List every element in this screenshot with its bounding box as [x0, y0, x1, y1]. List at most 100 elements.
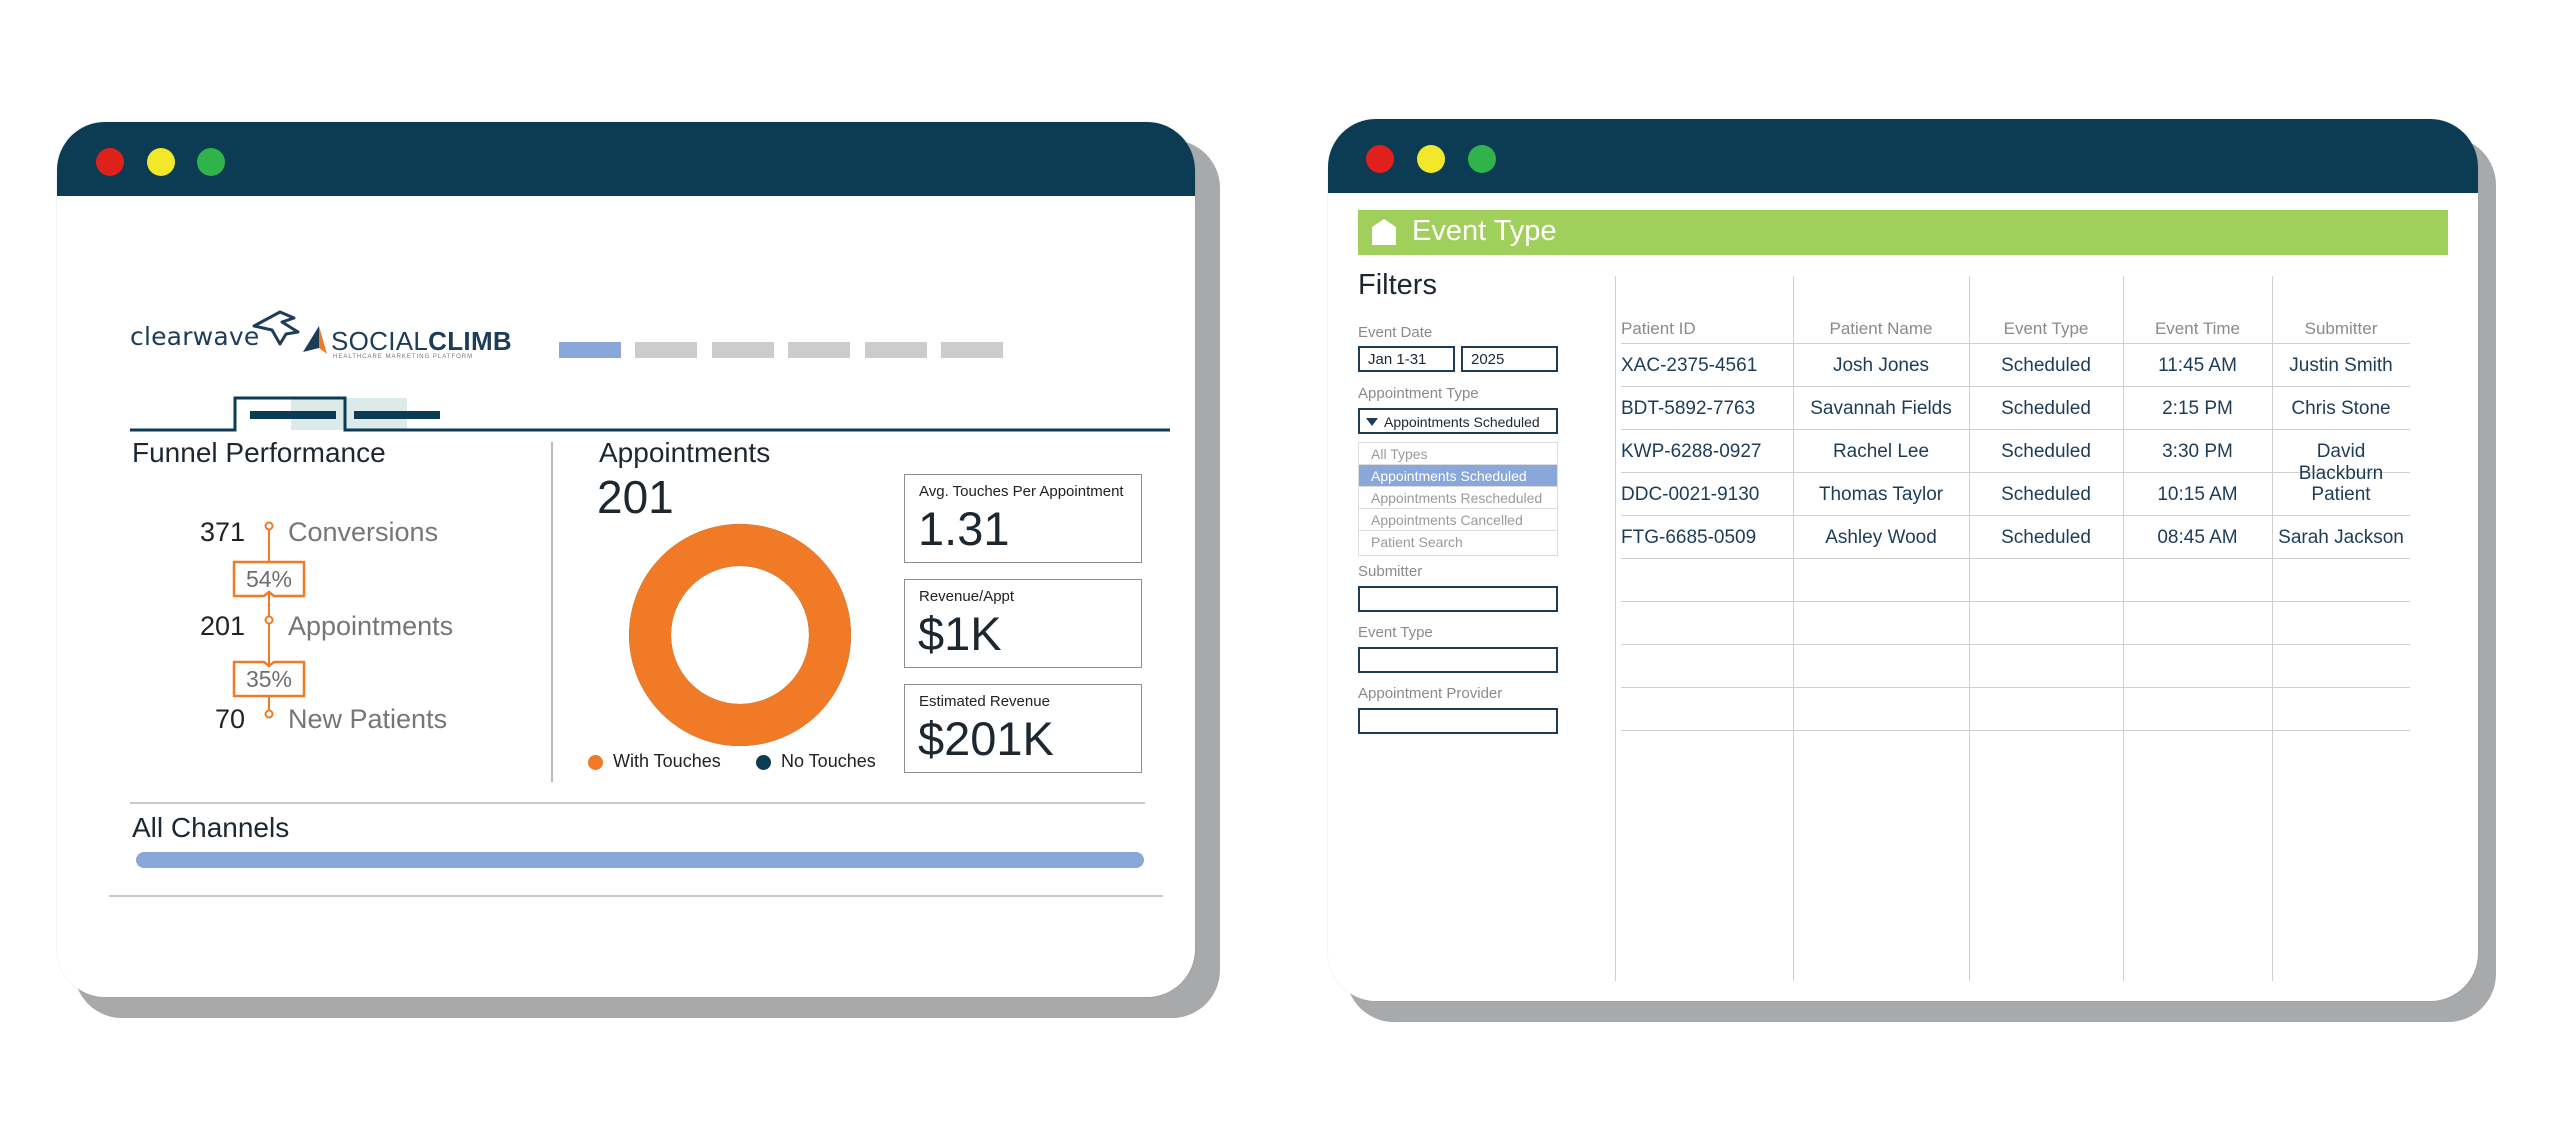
column-header-submitter[interactable]: Submitter — [2272, 319, 2410, 339]
legend-dot-no-touches — [756, 755, 771, 770]
column-header-event-type[interactable]: Event Type — [1969, 319, 2123, 339]
conversion-rate-badge: 54% — [232, 560, 306, 598]
cell-patient-name: Rachel Lee — [1832, 441, 1930, 462]
submitter-input[interactable] — [1358, 586, 1558, 612]
dashboard-window: clearwave SOCIALCLIMB HEALTHCARE MARKETI… — [57, 122, 1195, 997]
channels-bar — [136, 852, 1144, 868]
minimize-dot[interactable] — [147, 148, 175, 176]
nav-item[interactable] — [865, 342, 927, 358]
option-all-types[interactable]: All Types — [1359, 443, 1557, 465]
socialclimb-light-text: SOCIAL — [331, 326, 429, 356]
events-table: Patient ID Patient Name Event Type Event… — [1615, 276, 2410, 1001]
nav-item[interactable] — [712, 342, 774, 358]
clearwave-logo: clearwave — [130, 310, 300, 351]
column-divider — [2272, 276, 2273, 981]
funnel-label-new-patients: New Patients — [288, 704, 448, 734]
appointment-type-label: Appointment Type — [1358, 385, 1479, 402]
provider-label: Appointment Provider — [1358, 685, 1503, 702]
cell-patient-id: FTG-6685-0509 — [1621, 527, 1757, 548]
cell-event-type: Scheduled — [2001, 355, 2091, 376]
section-divider — [551, 442, 553, 782]
appointment-type-options: All Types Appointments Scheduled Appoint… — [1358, 442, 1558, 556]
kpi-label: Avg. Touches Per Appointment — [919, 483, 1124, 500]
cell-event-type: Scheduled — [2001, 527, 2091, 548]
channels-bottom-rule — [109, 895, 1163, 897]
date-range-field[interactable]: Jan 1-31 — [1358, 346, 1455, 372]
provider-input[interactable] — [1358, 708, 1558, 734]
channels-title: All Channels — [132, 812, 290, 843]
cell-submitter: Chris Stone — [2291, 398, 2391, 419]
year-field[interactable]: 2025 — [1461, 346, 1558, 372]
cell-patient-id: KWP-6288-0927 — [1621, 441, 1762, 462]
caret-down-icon — [1366, 418, 1378, 426]
funnel-title: Funnel Performance — [132, 437, 386, 468]
option-appointments-scheduled[interactable]: Appointments Scheduled — [1359, 465, 1557, 487]
event-type-input[interactable] — [1358, 647, 1558, 673]
nav-item[interactable] — [941, 342, 1003, 358]
date-range-value: Jan 1-31 — [1368, 351, 1427, 368]
title-bar — [57, 122, 1195, 196]
column-divider — [1793, 276, 1794, 981]
funnel-label-conversions: Conversions — [288, 517, 439, 547]
row-divider — [1621, 687, 2410, 688]
appointments-donut-chart — [629, 524, 851, 746]
socialclimb-mark-icon — [303, 326, 327, 354]
submitter-label: Submitter — [1358, 563, 1423, 580]
close-dot[interactable] — [96, 148, 124, 176]
column-header-patient-id[interactable]: Patient ID — [1621, 319, 1791, 339]
channels-top-rule — [130, 802, 1145, 804]
kpi-label: Estimated Revenue — [919, 693, 1050, 710]
funnel-value-new-patients: 70 — [214, 704, 245, 734]
kpi-avg-touches: Avg. Touches Per Appointment 1.31 — [904, 474, 1142, 563]
legend-dot-with-touches — [588, 755, 603, 770]
donut-with-touches-segment — [629, 524, 851, 746]
row-divider — [1621, 558, 2410, 559]
cell-event-time: 2:15 PM — [2162, 398, 2233, 419]
nav-item[interactable] — [635, 342, 697, 358]
row-divider — [1621, 515, 2410, 516]
row-divider — [1621, 601, 2410, 602]
column-divider — [1969, 276, 1970, 981]
cell-patient-id: BDT-5892-7763 — [1621, 398, 1756, 419]
event-type-title: Event Type — [1412, 215, 1557, 247]
option-appointments-cancelled[interactable]: Appointments Cancelled — [1359, 509, 1557, 531]
nav-item[interactable] — [788, 342, 850, 358]
column-divider — [2123, 276, 2124, 981]
option-patient-search[interactable]: Patient Search — [1359, 531, 1557, 553]
kpi-value: $201K — [918, 712, 1054, 765]
column-header-patient-name[interactable]: Patient Name — [1793, 319, 1969, 339]
cell-patient-name: Ashley Wood — [1825, 527, 1937, 548]
tab-secondary[interactable] — [345, 398, 459, 430]
close-dot[interactable] — [1366, 145, 1394, 173]
option-appointments-rescheduled[interactable]: Appointments Rescheduled — [1359, 487, 1557, 509]
appointment-type-select[interactable]: Appointments Scheduled — [1358, 408, 1558, 434]
minimize-dot[interactable] — [1417, 145, 1445, 173]
row-divider — [1621, 429, 2410, 430]
cell-submitter: David Blackburn — [2298, 441, 2384, 484]
cell-event-time: 3:30 PM — [2162, 441, 2233, 462]
event-date-label: Event Date — [1358, 324, 1433, 341]
appointment-rate-text: 35% — [245, 666, 293, 692]
event-type-filter-label: Event Type — [1358, 624, 1433, 641]
maximize-dot[interactable] — [1468, 145, 1496, 173]
cell-event-time: 08:45 AM — [2157, 527, 2238, 548]
filters-title: Filters — [1358, 269, 1437, 301]
events-window: Event Type Filters Event Date Jan 1-31 2… — [1328, 119, 2478, 1001]
home-icon — [1372, 219, 1396, 245]
cell-event-type: Scheduled — [2001, 484, 2091, 505]
row-divider — [1621, 386, 2410, 387]
socialclimb-bold-text: CLIMB — [428, 326, 512, 356]
cell-submitter: Justin Smith — [2289, 355, 2393, 376]
column-header-event-time[interactable]: Event Time — [2123, 319, 2272, 339]
cell-submitter: Patient — [2311, 484, 2371, 505]
event-type-banner: Event Type — [1358, 210, 2448, 255]
appointment-rate-badge: 35% — [232, 660, 306, 698]
row-divider — [1621, 730, 2410, 731]
appointment-type-value: Appointments Scheduled — [1384, 414, 1540, 430]
maximize-dot[interactable] — [197, 148, 225, 176]
nav-item-active[interactable] — [559, 342, 621, 358]
kpi-value: 1.31 — [918, 502, 1010, 555]
tab-primary[interactable] — [235, 398, 345, 430]
cell-patient-id: DDC-0021-9130 — [1621, 484, 1760, 505]
cell-event-time: 11:45 AM — [2158, 355, 2237, 376]
